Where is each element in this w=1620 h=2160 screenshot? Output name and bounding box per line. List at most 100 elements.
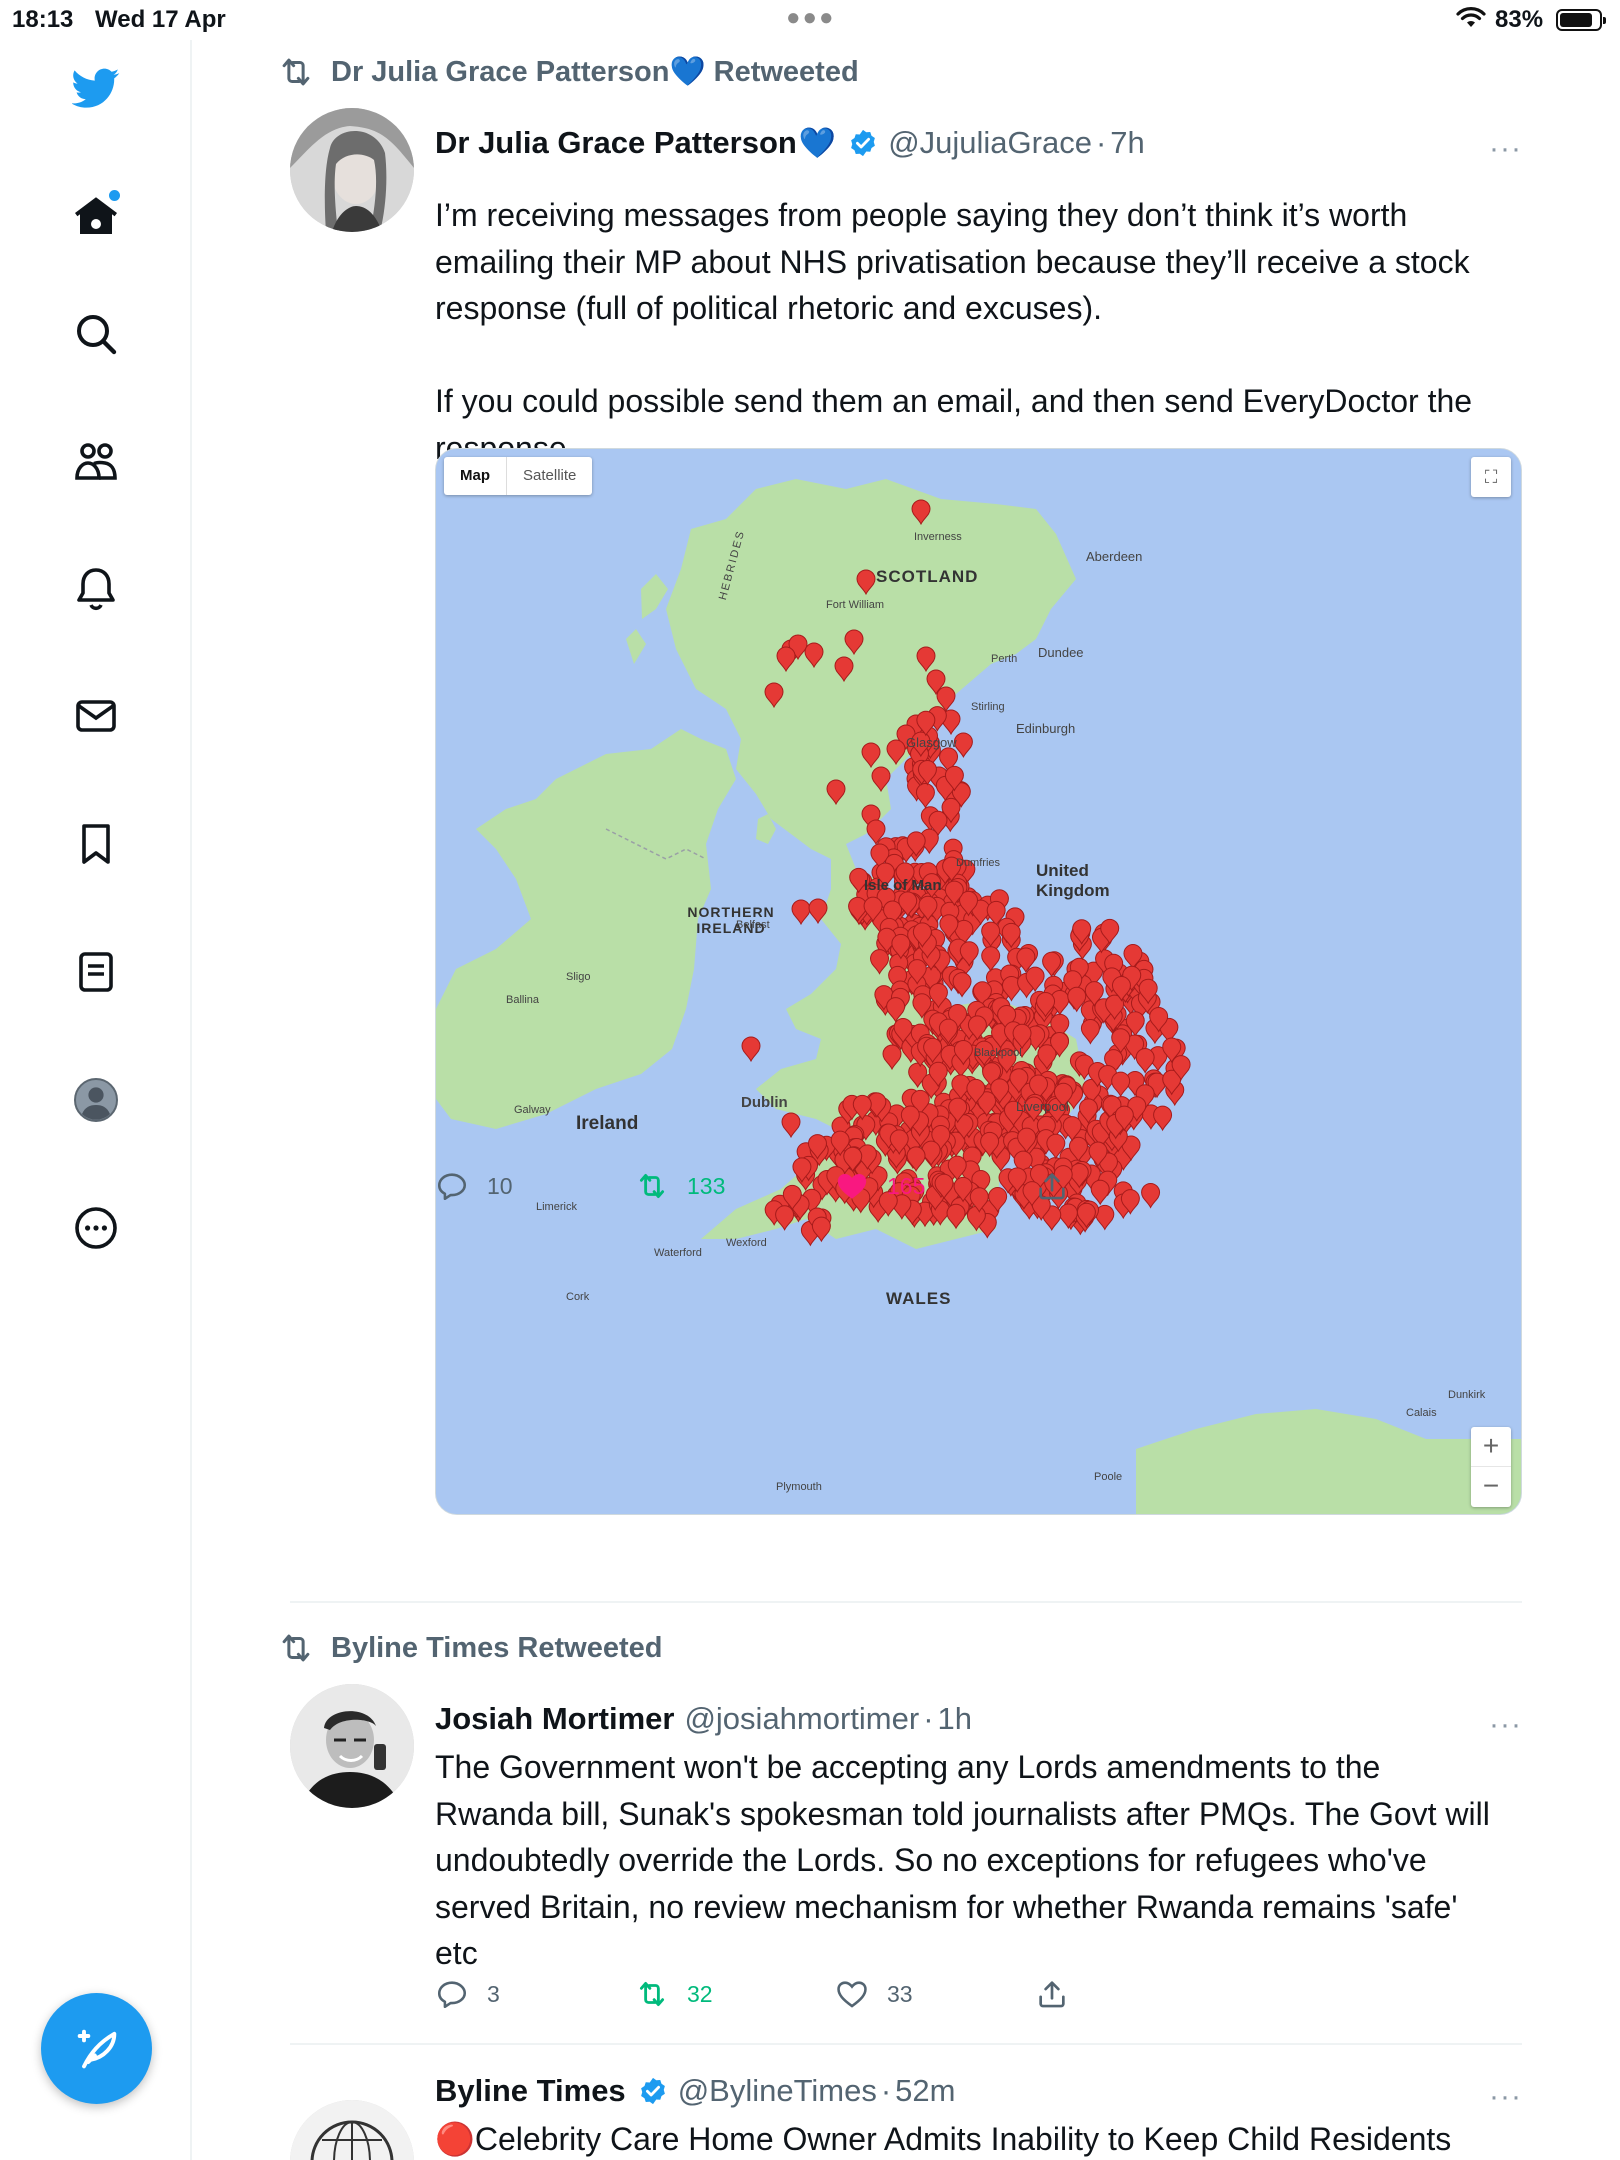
map-label-fort-william: Fort William [826, 599, 885, 611]
zoom-in-button[interactable]: + [1471, 1427, 1511, 1467]
status-bar: 18:13 Wed 17 Apr ●●● 83% [0, 0, 1620, 40]
map-label-wales: WALES [886, 1289, 952, 1308]
reply-icon [437, 1173, 467, 1201]
lists-icon[interactable] [70, 946, 122, 998]
sidebar-nav [0, 40, 192, 2160]
map-label-calais: Calais [1406, 1407, 1437, 1419]
retweet-button[interactable]: 32 [635, 1974, 713, 2014]
more-options-icon[interactable]: ··· [1482, 2080, 1522, 2113]
more-options-icon[interactable]: ··· [1482, 1708, 1522, 1741]
status-time: 18:13 [12, 6, 74, 33]
heart-filled-icon [837, 1173, 867, 1199]
search-icon[interactable] [70, 308, 122, 360]
share-icon [1039, 1173, 1065, 1200]
retweeted-by-label: Dr Julia Grace Patterson💙 Retweeted [331, 56, 859, 88]
like-count: 165 [887, 1172, 926, 1199]
author-name[interactable]: Josiah Mortimer [435, 1701, 674, 1737]
multitasking-dots-icon[interactable]: ●●● [786, 4, 836, 32]
feather-plus-icon [77, 2029, 116, 2068]
zoom-controls: + − [1471, 1427, 1511, 1507]
satellite-tab[interactable]: Satellite [506, 457, 592, 495]
separator-dot: · [880, 2073, 892, 2108]
more-icon[interactable] [70, 1202, 122, 1254]
tweet-header: Josiah Mortimer @josiahmortimer · 1h [435, 1698, 972, 1740]
verified-badge-icon [851, 129, 876, 157]
map-label-blackpool: Blackpool [974, 1047, 1022, 1059]
map-label-cork: Cork [566, 1291, 590, 1303]
retweet-context[interactable]: Byline Times Retweeted [277, 1630, 662, 1666]
avatar[interactable] [290, 108, 414, 232]
tweet-timestamp[interactable]: 52m [895, 2073, 955, 2109]
reply-button[interactable]: 10 [435, 1166, 513, 1206]
heart-outline-icon [837, 1981, 867, 2008]
reply-button[interactable]: 3 [435, 1974, 500, 2014]
map-label-inverness: Inverness [914, 531, 962, 543]
map-label-edinburgh: Edinburgh [1016, 721, 1076, 736]
map-label-wexford: Wexford [726, 1237, 767, 1249]
map-label-galway: Galway [514, 1104, 551, 1116]
map-label-dundee: Dundee [1038, 645, 1084, 660]
retweet-icon [639, 1173, 665, 1199]
status-date: Wed 17 Apr [95, 6, 226, 33]
mail-icon[interactable] [70, 690, 122, 742]
bookmark-icon[interactable] [70, 818, 122, 870]
communities-icon[interactable] [70, 436, 122, 488]
retweet-icon [639, 1981, 665, 2007]
separator-dot: · [923, 1701, 934, 1736]
timeline-feed: Dr Julia Grace Patterson💙 Retweeted Dr J… [192, 40, 1620, 2160]
tweet[interactable]: Byline Times @BylineTimes · 52m ··· 🔴Cel… [290, 2070, 1522, 2160]
map-label-liverpool: Liverpool [1016, 1099, 1069, 1114]
more-options-icon[interactable]: ··· [1482, 132, 1522, 165]
map-label-scotland: SCOTLAND [876, 567, 979, 586]
tweet-text: I’m receiving messages from people sayin… [435, 197, 1473, 466]
avatar[interactable] [290, 1684, 414, 1808]
map-label-stirling: Stirling [971, 701, 1005, 713]
share-icon [1039, 1981, 1065, 2008]
tweet-text: The Government won't be accepting any Lo… [435, 1749, 1499, 1971]
author-handle[interactable]: @JujuliaGrace [888, 125, 1092, 161]
map-type-tabs: Map Satellite [444, 457, 593, 495]
tweet-divider [290, 1601, 1522, 1603]
bell-icon[interactable] [70, 562, 122, 614]
separator-dot: · [1095, 125, 1107, 160]
home-icon[interactable] [70, 190, 122, 242]
map-label-poole: Poole [1094, 1471, 1123, 1483]
tweet[interactable]: Josiah Mortimer @josiahmortimer · 1h ···… [290, 1684, 1522, 2034]
retweet-icon [282, 1634, 310, 1662]
tweet-header: Byline Times @BylineTimes · 52m [435, 2070, 955, 2112]
tweet-timestamp[interactable]: 7h [1110, 125, 1144, 161]
share-button[interactable] [1035, 1166, 1087, 1206]
reply-icon [437, 1981, 467, 2009]
like-button[interactable]: 33 [835, 1974, 913, 2014]
author-name[interactable]: Byline Times [435, 2073, 626, 2109]
tweet-actions: 3 32 33 [435, 1974, 1135, 2014]
avatar[interactable] [290, 2100, 414, 2160]
author-handle[interactable]: @BylineTimes [678, 2073, 877, 2109]
map-label-ireland: Ireland [576, 1113, 639, 1134]
profile-icon[interactable] [70, 1074, 122, 1126]
tweet-timestamp[interactable]: 1h [938, 1701, 972, 1737]
map-tab[interactable]: Map [444, 457, 506, 495]
map-label-dunkirk: Dunkirk [1448, 1389, 1486, 1401]
map-label-dublin: Dublin [741, 1094, 788, 1111]
verified-badge-icon [640, 2077, 665, 2105]
compose-tweet-button[interactable] [41, 1993, 152, 2104]
author-name[interactable]: Dr Julia Grace Patterson [435, 125, 797, 161]
tweet-text: 🔴Celebrity Care Home Owner Admits Inabil… [435, 2121, 1452, 2157]
share-button[interactable] [1035, 1974, 1087, 2014]
tweet[interactable]: Dr Julia Grace Patterson 💙 @JujuliaGrace… [290, 108, 1522, 1515]
twitter-bird-icon[interactable] [70, 62, 122, 114]
retweet-button[interactable]: 133 [635, 1166, 725, 1206]
map-canvas[interactable] [436, 449, 1522, 1515]
retweet-icon [282, 58, 310, 86]
reply-count: 10 [487, 1172, 513, 1199]
author-handle[interactable]: @josiahmortimer [684, 1701, 919, 1737]
like-button[interactable]: 165 [835, 1166, 925, 1206]
zoom-out-button[interactable]: − [1471, 1467, 1511, 1507]
fullscreen-icon[interactable]: ⛶ [1471, 457, 1511, 497]
map-label-waterford: Waterford [654, 1247, 702, 1259]
tweet-media-map[interactable]: Map Satellite ⛶ + − SCOTLAND HEBRIDES NO… [435, 448, 1522, 1515]
map-label-isle-of-man: Isle of Man [864, 877, 942, 894]
retweet-context[interactable]: Dr Julia Grace Patterson💙 Retweeted [277, 54, 859, 90]
reply-count: 3 [487, 1980, 500, 2007]
